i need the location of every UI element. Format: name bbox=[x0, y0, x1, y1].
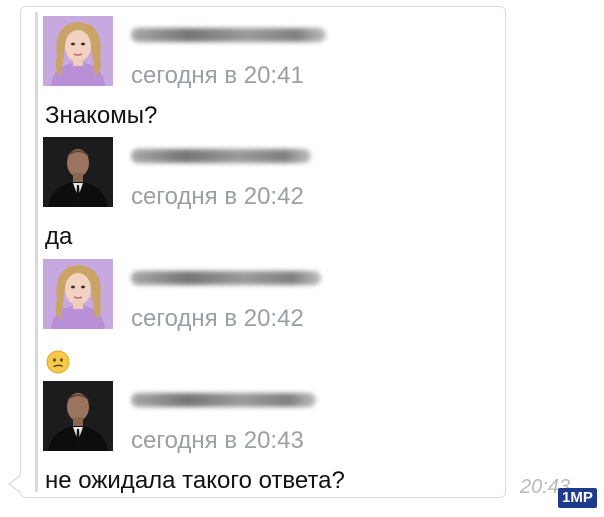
message-text: Знакомы? bbox=[45, 102, 158, 129]
man-avatar[interactable] bbox=[43, 137, 113, 207]
message-text: не ожидала такого ответа? bbox=[45, 467, 345, 494]
message-timestamp: сегодня в 20:41 bbox=[131, 62, 304, 89]
sender-name-blurred[interactable] bbox=[131, 28, 326, 42]
girl-avatar[interactable] bbox=[43, 259, 113, 329]
sender-name-blurred[interactable] bbox=[131, 393, 316, 407]
message-timestamp: сегодня в 20:42 bbox=[131, 183, 304, 210]
girl-avatar[interactable] bbox=[43, 16, 113, 86]
message-timestamp: сегодня в 20:42 bbox=[131, 305, 304, 332]
watermark-logo: 1MP bbox=[558, 488, 597, 508]
bubble-tail-inner bbox=[10, 476, 21, 492]
message-text: да bbox=[45, 223, 73, 250]
sender-name-blurred[interactable] bbox=[131, 149, 311, 163]
forwarded-quote-bar bbox=[35, 12, 38, 492]
confused-face-emoji bbox=[46, 350, 70, 374]
message-timestamp: сегодня в 20:43 bbox=[131, 427, 304, 454]
man-avatar[interactable] bbox=[43, 381, 113, 451]
sender-name-blurred[interactable] bbox=[131, 271, 321, 285]
